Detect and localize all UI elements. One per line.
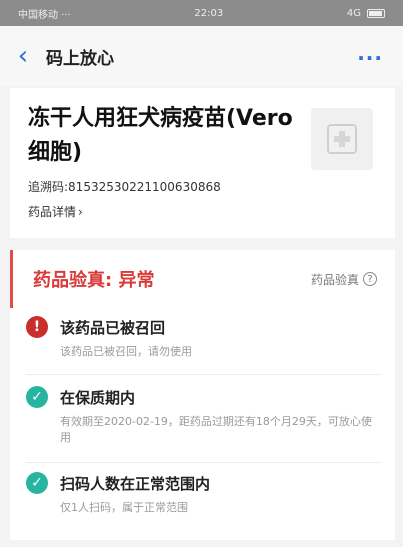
verification-help-label: 药品验真 xyxy=(310,272,359,287)
more-icon: ··· xyxy=(357,46,383,70)
check-title: 扫码人数在正常范围内 xyxy=(60,474,211,493)
clock: 22:03 xyxy=(194,7,224,19)
product-card: 冻干人用狂犬病疫苗(Vero细胞) 追溯码:815325302211006308… xyxy=(10,88,395,238)
page-title: 码上放心 xyxy=(46,48,114,69)
check-icon: ✓ xyxy=(26,386,48,408)
divider xyxy=(26,374,381,375)
check-title: 该药品已被召回 xyxy=(60,318,166,337)
product-name: 冻干人用狂犬病疫苗(Vero细胞) xyxy=(28,106,293,165)
nav-bar: ‹ 码上放心 ··· xyxy=(0,26,403,86)
check-icon: ✓ xyxy=(26,472,48,494)
check-item-recall: ! 该药品已被召回 该药品已被召回，请勿使用 xyxy=(26,316,381,360)
trace-code-label: 追溯码: xyxy=(28,180,69,194)
check-description: 有效期至2020-02-19，距药品过期还有18个月29天，可放心使用 xyxy=(60,415,372,444)
question-icon: ? xyxy=(363,272,377,286)
more-options-button[interactable]: ··· xyxy=(357,46,383,70)
product-details-link[interactable]: 药品详情 › xyxy=(28,203,83,220)
alert-icon: ! xyxy=(26,316,48,338)
signal-indicator: 4G xyxy=(346,7,361,19)
divider xyxy=(26,462,381,463)
check-item-scan-count: ✓ 扫码人数在正常范围内 仅1人扫码，属于正常范围 xyxy=(26,472,381,516)
check-description: 该药品已被召回，请勿使用 xyxy=(60,345,192,358)
back-button[interactable]: ‹ xyxy=(0,26,46,86)
status-icons: 4G xyxy=(347,8,385,19)
carrier-label: 中国移动 ··· xyxy=(18,9,71,21)
product-details-label: 药品详情 xyxy=(28,205,77,219)
check-description: 仅1人扫码，属于正常范围 xyxy=(60,501,188,514)
verification-result: 药品验真: 异常 xyxy=(33,270,155,291)
verification-card: 药品验真: 异常 药品验真 ? ! 该药品已被召回 该药品已被召回，请勿使用 ✓… xyxy=(10,250,395,540)
battery-icon xyxy=(366,8,385,18)
trace-code-line: 追溯码:81532530221100630868 xyxy=(28,178,377,195)
check-title: 在保质期内 xyxy=(60,388,136,407)
back-icon: ‹ xyxy=(17,41,29,71)
medicine-box-icon xyxy=(327,124,357,154)
product-image xyxy=(311,108,373,170)
check-item-shelf-life: ✓ 在保质期内 有效期至2020-02-19，距药品过期还有18个月29天，可放… xyxy=(26,386,381,446)
verification-header: 药品验真: 异常 药品验真 ? xyxy=(10,250,395,308)
trace-code-value: 81532530221100630868 xyxy=(68,180,221,194)
verification-help-link[interactable]: 药品验真 ? xyxy=(311,271,377,288)
status-bar: 中国移动 ··· 22:03 4G xyxy=(0,0,403,26)
chevron-right-icon: › xyxy=(78,205,83,219)
